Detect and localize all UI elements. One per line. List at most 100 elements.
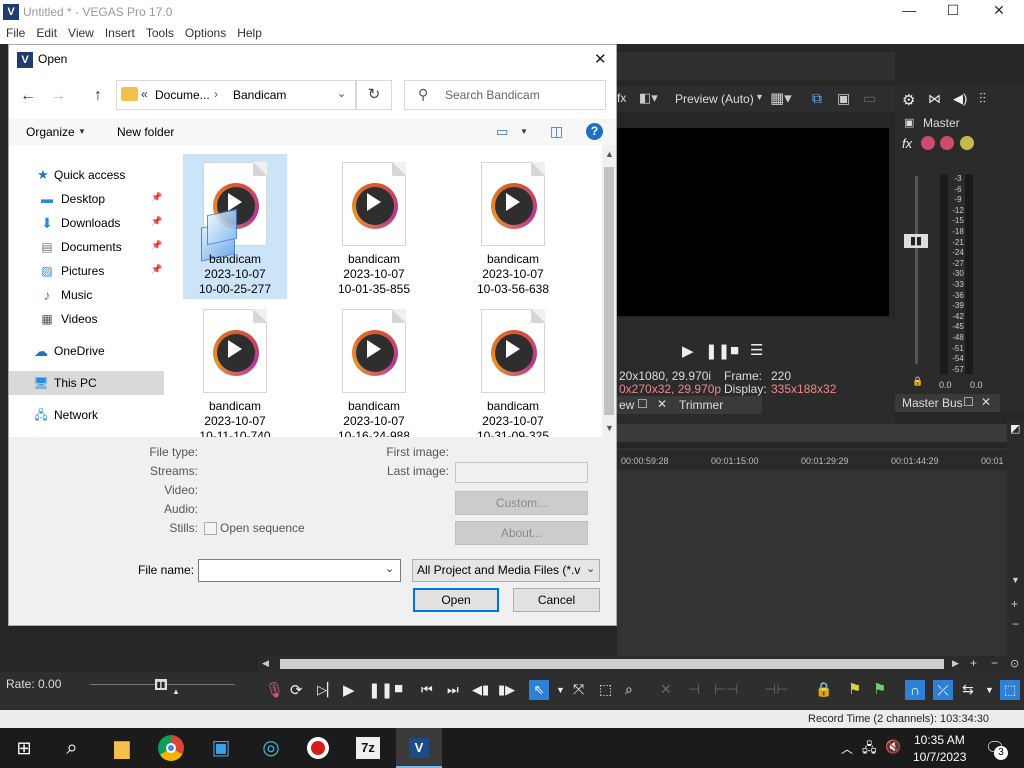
preview-quality-dropdown[interactable]: Preview (Auto) bbox=[675, 92, 754, 106]
trim-end-icon[interactable]: ⊣⊢ bbox=[764, 681, 788, 698]
nav-downloads[interactable]: ⬇ Downloads 📌 bbox=[9, 211, 169, 235]
master-bus-close-icon[interactable]: ✕ bbox=[981, 395, 991, 409]
stop-icon[interactable]: ■ bbox=[394, 680, 403, 697]
record-icon[interactable]: 🎙 bbox=[265, 681, 284, 699]
nav-videos[interactable]: ▦ Videos bbox=[9, 307, 169, 331]
breadcrumb-bandicam[interactable]: Bandicam bbox=[233, 88, 286, 102]
auto-crossfade-icon[interactable]: ⤫ bbox=[933, 680, 953, 700]
scroll-up-icon[interactable]: ▲ bbox=[605, 149, 614, 159]
dialog-close-button[interactable]: ✕ bbox=[594, 50, 607, 68]
file-name-input[interactable]: ⌄ bbox=[198, 559, 401, 582]
zoom-out-icon[interactable]: − bbox=[1012, 617, 1019, 631]
external-monitor-icon[interactable]: ▭ bbox=[863, 90, 876, 107]
address-dropdown-icon[interactable]: ⌄ bbox=[337, 87, 346, 100]
next-frame-icon[interactable]: ▮▶ bbox=[498, 682, 515, 698]
trim-icon[interactable]: ⊣ bbox=[688, 681, 700, 698]
scroll-right-icon[interactable]: ▶ bbox=[952, 658, 959, 669]
custom-button[interactable]: Custom... bbox=[455, 491, 588, 515]
timeline-ruler[interactable]: 00:00:59:28 00:01:15:00 00:01:29:29 00:0… bbox=[617, 450, 1009, 470]
back-arrow-icon[interactable]: ← bbox=[20, 87, 36, 105]
go-to-start-icon[interactable]: ⏮ bbox=[421, 682, 433, 698]
play-from-start-icon[interactable]: ▷▏ bbox=[317, 682, 337, 698]
scroll-thumb[interactable] bbox=[604, 167, 614, 415]
chrome-icon[interactable] bbox=[158, 735, 184, 761]
previous-frame-icon[interactable]: ◀▮ bbox=[472, 682, 489, 698]
fx-icon[interactable]: fx bbox=[617, 91, 626, 105]
solo-icon[interactable] bbox=[960, 136, 974, 150]
copy-snapshot-icon[interactable]: ⧉ bbox=[812, 90, 822, 107]
menu-file[interactable]: File bbox=[0, 24, 30, 40]
zoom-fit-icon[interactable]: ⊙ bbox=[1010, 657, 1019, 670]
breadcrumb-documents[interactable]: Docume... bbox=[155, 88, 210, 102]
open-button[interactable]: Open bbox=[413, 588, 499, 612]
help-icon[interactable]: ? bbox=[586, 123, 603, 140]
menu-tools[interactable]: Tools bbox=[140, 24, 179, 40]
cancel-button[interactable]: Cancel bbox=[513, 588, 600, 612]
menu-insert[interactable]: Insert bbox=[99, 24, 140, 40]
refresh-button[interactable]: ↻ bbox=[356, 80, 392, 110]
lock-icon[interactable]: 🔒 bbox=[815, 681, 832, 698]
scroll-thumb[interactable] bbox=[280, 659, 944, 669]
trim-start-icon[interactable]: ⊢⊣ bbox=[714, 681, 738, 698]
file-item[interactable]: bandicam 2023-10-07 10-00-25-277 bbox=[183, 154, 287, 299]
menu-view[interactable]: View bbox=[62, 24, 99, 40]
envelope-tool-icon[interactable]: ⤧ bbox=[573, 681, 584, 698]
nav-documents[interactable]: ▤ Documents 📌 bbox=[9, 235, 169, 259]
nav-quick-access[interactable]: ★ Quick access bbox=[9, 163, 169, 187]
bandicam-record-icon[interactable] bbox=[307, 737, 329, 759]
control-panel-icon[interactable]: ▣ bbox=[207, 734, 235, 762]
snapping-icon[interactable]: ∩ bbox=[905, 680, 925, 700]
automation-icon[interactable] bbox=[921, 136, 935, 150]
up-arrow-icon[interactable]: ↑ bbox=[94, 87, 102, 105]
timeline-corner-icon[interactable]: ◩ bbox=[1010, 422, 1020, 435]
nav-network[interactable]: 🖧 Network bbox=[9, 403, 169, 427]
nav-pictures[interactable]: ▨ Pictures 📌 bbox=[9, 259, 169, 283]
forward-arrow-icon[interactable]: → bbox=[50, 87, 66, 105]
timeline-area[interactable] bbox=[617, 448, 1009, 656]
split-screen-icon[interactable]: ◧▾ bbox=[639, 90, 658, 106]
clock-date[interactable]: 10/7/2023 bbox=[913, 750, 966, 764]
nav-this-pc[interactable]: 🖥 This PC bbox=[9, 371, 164, 395]
master-bus-maximize-icon[interactable]: ☐ bbox=[963, 395, 974, 409]
master-fader-handle[interactable]: ▮▮ bbox=[904, 234, 928, 248]
menu-help[interactable]: Help bbox=[231, 24, 267, 40]
file-item[interactable]: bandicam 2023-10-07 10-03-56-638 bbox=[461, 154, 565, 299]
tab-maximize-icon[interactable]: ☐ bbox=[637, 397, 648, 411]
loop-playback-icon[interactable]: ⟳ bbox=[290, 681, 303, 699]
organize-menu[interactable]: Organize bbox=[26, 125, 75, 139]
file-type-filter-dropdown[interactable]: All Project and Media Files (*.ve ⌄ bbox=[412, 559, 600, 582]
bowtie-icon[interactable]: ⋈ bbox=[928, 91, 941, 107]
zoom-tool-icon[interactable]: ⌕ bbox=[625, 681, 633, 698]
maximize-button[interactable]: ☐ bbox=[930, 2, 976, 22]
scroll-down-icon[interactable]: ▼ bbox=[1011, 575, 1020, 585]
clock-time[interactable]: 10:35 AM bbox=[914, 733, 965, 747]
address-bar[interactable]: « Docume... › Bandicam ⌄ bbox=[116, 80, 356, 110]
file-explorer-icon[interactable]: ▆ bbox=[108, 734, 136, 762]
tab-video-preview[interactable]: ew bbox=[619, 398, 634, 412]
zoom-in-icon[interactable]: + bbox=[1011, 597, 1018, 611]
lock-envelopes-icon[interactable]: ⬚ bbox=[1000, 680, 1020, 700]
h-zoom-out-icon[interactable]: − bbox=[991, 656, 998, 670]
edit-tool-dropdown-icon[interactable]: ▼ bbox=[556, 685, 565, 695]
volume-muted-icon[interactable]: 🔇 bbox=[885, 739, 901, 755]
file-item[interactable]: bandicam 2023-10-07 10-16-24-988 bbox=[322, 301, 426, 437]
ripple-dropdown-icon[interactable]: ▼ bbox=[985, 685, 994, 695]
file-item[interactable]: bandicam 2023-10-07 10-01-35-855 bbox=[322, 154, 426, 299]
nav-onedrive[interactable]: ☁ OneDrive bbox=[9, 339, 169, 363]
mixer-icon[interactable]: ⫶⫶ bbox=[979, 90, 986, 107]
windows-start-icon[interactable]: ⊞ bbox=[10, 734, 38, 762]
menu-edit[interactable]: Edit bbox=[30, 24, 62, 40]
preview-menu-icon[interactable]: ☰ bbox=[750, 341, 763, 359]
normal-edit-tool-icon[interactable]: ⇖ bbox=[529, 680, 549, 700]
tab-master-bus[interactable]: Master Bus bbox=[902, 396, 963, 410]
vegas-taskbar-item[interactable]: V bbox=[396, 728, 442, 768]
open-sequence-checkbox[interactable] bbox=[204, 522, 217, 535]
view-options-icon[interactable]: ▭ bbox=[496, 124, 508, 140]
show-hidden-icons-icon[interactable]: ︿ bbox=[841, 740, 853, 757]
nav-music[interactable]: ♪ Music bbox=[9, 283, 169, 307]
7zip-icon[interactable]: 7z bbox=[356, 737, 380, 759]
save-snapshot-icon[interactable]: ▣ bbox=[837, 90, 850, 107]
preview-pane-icon[interactable]: ◫ bbox=[550, 123, 563, 140]
breadcrumb-overflow-icon[interactable]: « bbox=[141, 87, 148, 101]
search-box[interactable]: ⚲ Search Bandicam bbox=[404, 80, 606, 110]
